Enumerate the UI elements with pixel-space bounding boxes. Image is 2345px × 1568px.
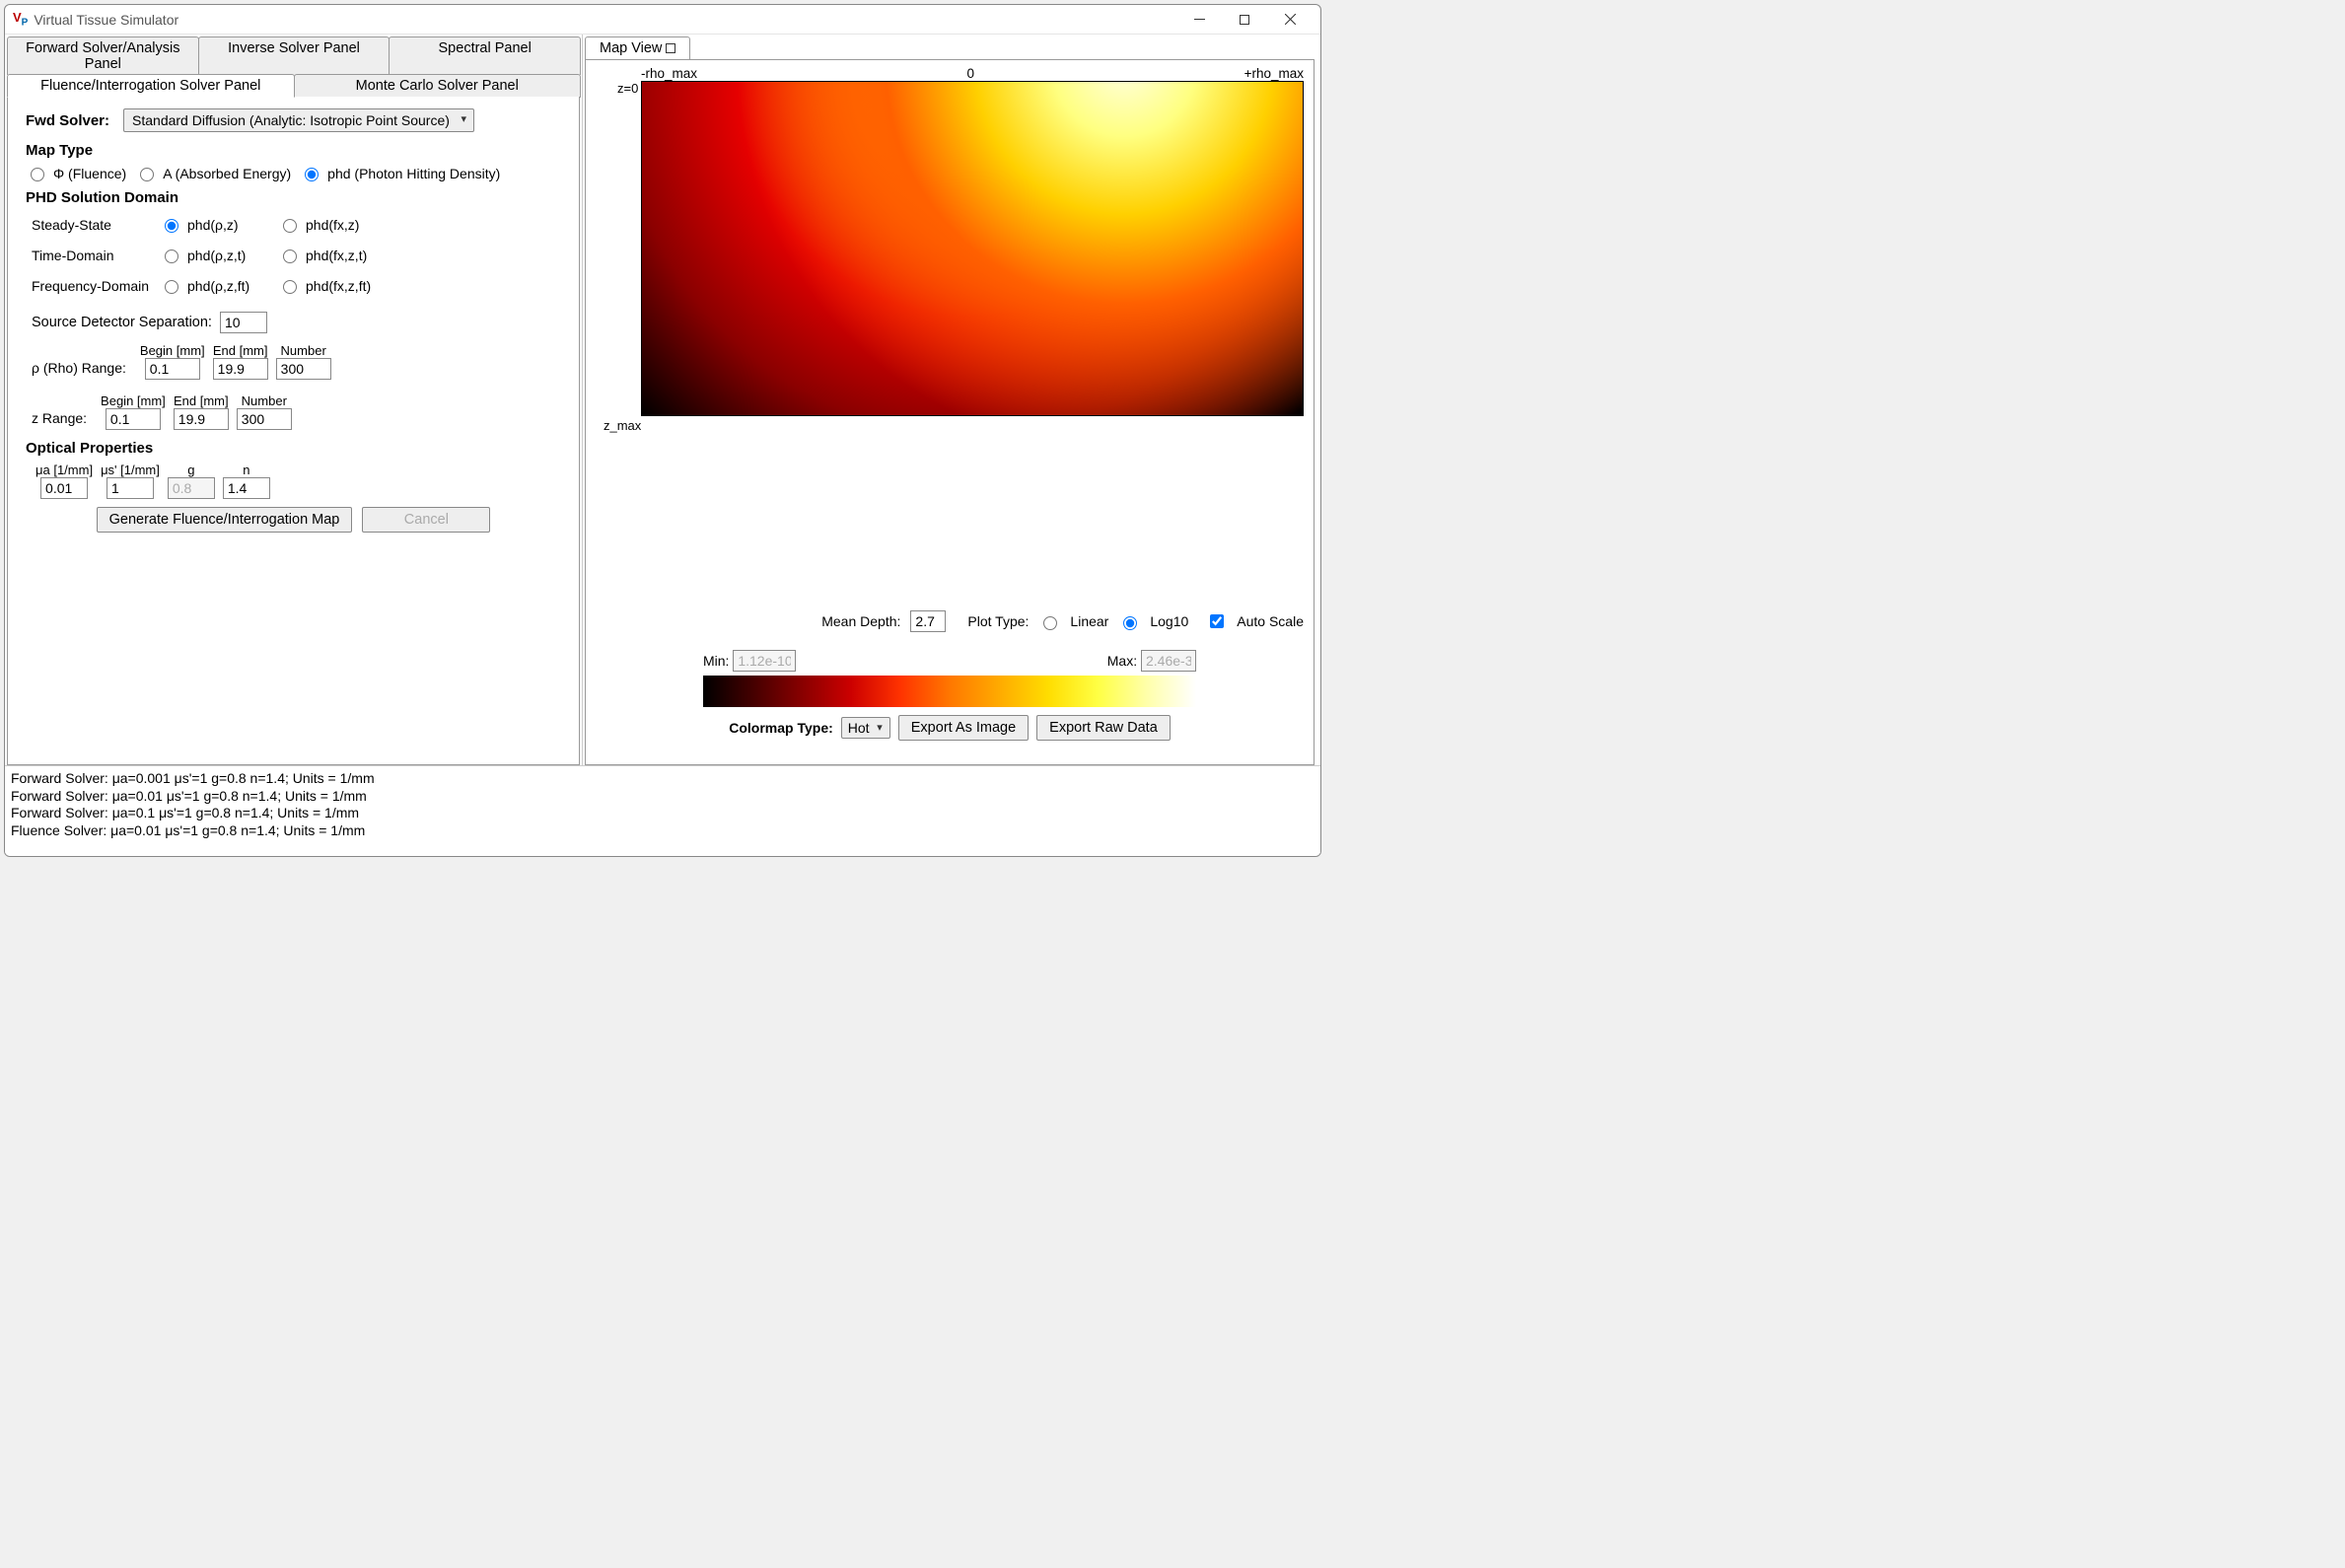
phd-fxzft-radio[interactable] — [283, 280, 297, 294]
phd-rhozft-radio[interactable] — [165, 280, 178, 294]
rho-begin-input[interactable] — [145, 358, 200, 380]
phd-rhozt-label: phd(ρ,z,t) — [187, 248, 246, 263]
phd-fxz-radio[interactable] — [283, 219, 297, 233]
close-button[interactable] — [1267, 6, 1313, 34]
plot-type-linear-label: Linear — [1070, 613, 1108, 629]
mean-depth-input[interactable] — [910, 610, 946, 632]
rho-end-input[interactable] — [213, 358, 268, 380]
min-input — [733, 650, 796, 672]
log-line: Forward Solver: μa=0.001 μs'=1 g=0.8 n=1… — [11, 770, 1315, 788]
z-number-input[interactable] — [237, 408, 292, 430]
n-label: n — [243, 463, 249, 477]
sds-input[interactable] — [220, 312, 267, 333]
phd-domain-header: PHD Solution Domain — [26, 189, 561, 206]
phd-rhoz-radio[interactable] — [165, 219, 178, 233]
phd-fxz-label: phd(fx,z) — [306, 217, 359, 233]
window-title: Virtual Tissue Simulator — [34, 12, 178, 28]
plot-type-linear-radio[interactable] — [1043, 616, 1057, 630]
export-raw-button[interactable]: Export Raw Data — [1036, 715, 1171, 741]
phd-rhozft-label: phd(ρ,z,ft) — [187, 278, 249, 294]
g-label: g — [187, 463, 194, 477]
right-panel: Map View -rho_max 0 +rho_max z=0 z_max M… — [583, 35, 1320, 765]
musp-label: μs' [1/mm] — [101, 463, 160, 477]
sds-label: Source Detector Separation: — [32, 315, 212, 330]
rho-range-label: ρ (Rho) Range: — [32, 360, 126, 380]
z-begin-input[interactable] — [106, 408, 161, 430]
phd-heatmap — [641, 81, 1304, 416]
log-line: Forward Solver: μa=0.1 μs'=1 g=0.8 n=1.4… — [11, 805, 1315, 822]
tab-spectral[interactable]: Spectral Panel — [389, 36, 581, 75]
maptype-absorbed-radio[interactable] — [140, 168, 154, 181]
rho-number-input[interactable] — [276, 358, 331, 380]
tab-monte-carlo[interactable]: Monte Carlo Solver Panel — [294, 74, 582, 98]
maptype-fluence-radio[interactable] — [31, 168, 44, 181]
phd-fxzt-radio[interactable] — [283, 249, 297, 263]
phd-row-freq: Frequency-Domain — [32, 278, 160, 294]
fwd-solver-label: Fwd Solver: — [26, 112, 109, 129]
musp-input[interactable] — [107, 477, 154, 499]
fwd-solver-select[interactable]: Standard Diffusion (Analytic: Isotropic … — [123, 108, 474, 132]
n-input[interactable] — [223, 477, 270, 499]
mua-input[interactable] — [40, 477, 88, 499]
colormap-select[interactable]: Hot — [841, 717, 890, 739]
export-image-button[interactable]: Export As Image — [898, 715, 1029, 741]
auto-scale-label: Auto Scale — [1237, 613, 1304, 629]
phd-rhoz-label: phd(ρ,z) — [187, 217, 239, 233]
generate-button[interactable]: Generate Fluence/Interrogation Map — [97, 507, 353, 533]
rho-end-header: End [mm] — [213, 343, 268, 358]
maptype-phd-radio[interactable] — [305, 168, 319, 181]
mua-label: μa [1/mm] — [36, 463, 93, 477]
phd-row-steady: Steady-State — [32, 217, 160, 233]
phd-fxzft-label: phd(fx,z,ft) — [306, 278, 371, 294]
z-number-header: Number — [242, 393, 287, 408]
log-line: Forward Solver: μa=0.01 μs'=1 g=0.8 n=1.… — [11, 788, 1315, 806]
cancel-button[interactable]: Cancel — [362, 507, 490, 533]
axis-right: +rho_max — [1244, 66, 1304, 81]
axis-zmax: z_max — [604, 418, 1304, 433]
phd-rhozt-radio[interactable] — [165, 249, 178, 263]
tab-forward-solver[interactable]: Forward Solver/Analysis Panel — [7, 36, 199, 75]
max-label: Max: — [1107, 653, 1137, 669]
axis-left: -rho_max — [641, 66, 697, 81]
log-line: Fluence Solver: μa=0.01 μs'=1 g=0.8 n=1.… — [11, 822, 1315, 840]
app-icon: VP — [13, 10, 28, 29]
z-end-input[interactable] — [174, 408, 229, 430]
phd-row-time: Time-Domain — [32, 248, 160, 263]
plot-type-label: Plot Type: — [967, 613, 1029, 629]
log-panel[interactable]: Forward Solver: μa=0.001 μs'=1 g=0.8 n=1… — [5, 765, 1320, 856]
map-view-pin-icon[interactable] — [666, 43, 675, 53]
rho-begin-header: Begin [mm] — [140, 343, 205, 358]
max-input — [1141, 650, 1196, 672]
titlebar: VP Virtual Tissue Simulator — [5, 5, 1320, 35]
z-range-label: z Range: — [32, 410, 87, 430]
auto-scale-checkbox[interactable] — [1210, 614, 1224, 628]
tab-map-view[interactable]: Map View — [585, 36, 690, 60]
axis-mid: 0 — [697, 66, 1244, 81]
colormap-type-label: Colormap Type: — [729, 720, 833, 736]
z-begin-header: Begin [mm] — [101, 393, 166, 408]
tab-fluence-interrogation[interactable]: Fluence/Interrogation Solver Panel — [7, 74, 295, 98]
tab-inverse-solver[interactable]: Inverse Solver Panel — [198, 36, 391, 75]
maptype-absorbed-label: A (Absorbed Energy) — [163, 166, 291, 181]
plot-type-log10-radio[interactable] — [1123, 616, 1137, 630]
left-panel: Forward Solver/Analysis Panel Inverse So… — [5, 35, 583, 765]
colormap-bar — [703, 676, 1196, 707]
axis-z0: z=0 — [617, 81, 638, 96]
map-view-label: Map View — [600, 40, 662, 56]
map-type-header: Map Type — [26, 142, 561, 159]
app-window: VP Virtual Tissue Simulator Forward Solv… — [4, 4, 1321, 857]
maximize-button[interactable] — [1222, 6, 1267, 34]
z-end-header: End [mm] — [174, 393, 229, 408]
optical-properties-header: Optical Properties — [26, 440, 561, 457]
g-input — [168, 477, 215, 499]
minimize-button[interactable] — [1176, 6, 1222, 34]
maptype-phd-label: phd (Photon Hitting Density) — [327, 166, 500, 181]
plot-type-log10-label: Log10 — [1150, 613, 1188, 629]
fluence-panel-body: Fwd Solver: Standard Diffusion (Analytic… — [7, 97, 580, 765]
mean-depth-label: Mean Depth: — [821, 613, 900, 629]
min-label: Min: — [703, 653, 729, 669]
maptype-fluence-label: Φ (Fluence) — [53, 166, 126, 181]
rho-number-header: Number — [281, 343, 326, 358]
phd-fxzt-label: phd(fx,z,t) — [306, 248, 367, 263]
